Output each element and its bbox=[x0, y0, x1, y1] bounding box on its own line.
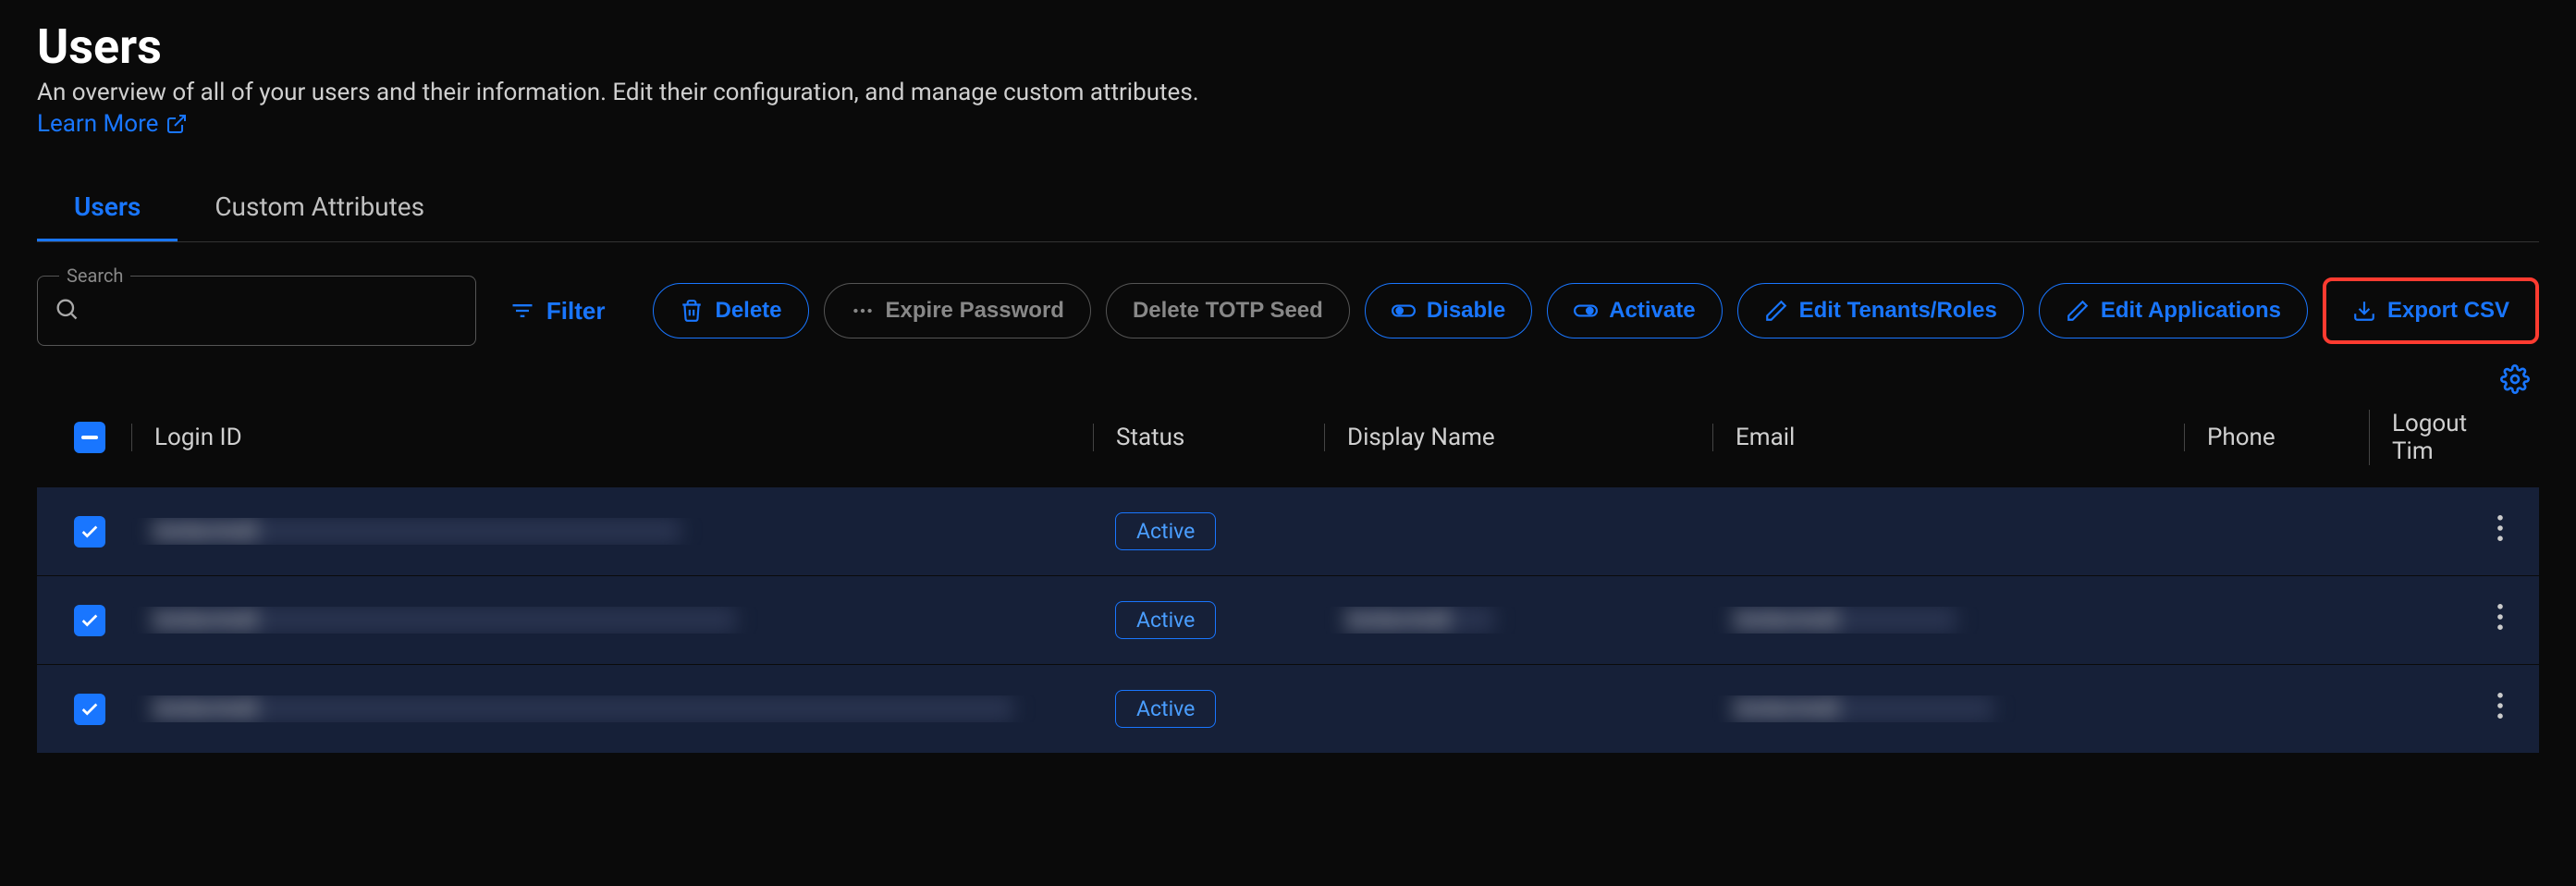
export-csv-label: Export CSV bbox=[2387, 298, 2509, 324]
activate-label: Activate bbox=[1609, 298, 1695, 324]
row-checkbox[interactable] bbox=[74, 694, 105, 725]
tab-users[interactable]: Users bbox=[37, 175, 178, 241]
edit-tenants-label: Edit Tenants/Roles bbox=[1799, 298, 1997, 324]
learn-more-label: Learn More bbox=[37, 110, 158, 138]
delete-totp-button[interactable]: Delete TOTP Seed bbox=[1106, 283, 1350, 338]
users-table: Login ID Status Display Name Email Phone… bbox=[37, 415, 2539, 754]
page-title: Users bbox=[37, 18, 2539, 75]
activate-button[interactable]: Activate bbox=[1547, 283, 1722, 338]
cell-status: Active bbox=[1093, 601, 1324, 639]
table-row[interactable]: [redacted] Active bbox=[37, 487, 2539, 576]
password-icon bbox=[851, 299, 875, 323]
check-icon bbox=[80, 699, 100, 720]
download-icon bbox=[2352, 299, 2376, 323]
col-login-id[interactable]: Login ID bbox=[131, 424, 1093, 451]
search-icon bbox=[54, 296, 80, 326]
status-badge: Active bbox=[1115, 601, 1216, 639]
disable-button[interactable]: Disable bbox=[1365, 283, 1532, 338]
edit-applications-button[interactable]: Edit Applications bbox=[2039, 283, 2308, 338]
search-legend: Search bbox=[59, 265, 130, 287]
cell-email: [redacted] bbox=[1712, 607, 2184, 634]
export-csv-button[interactable]: Export CSV bbox=[2323, 277, 2539, 344]
edit-apps-label: Edit Applications bbox=[2101, 298, 2281, 324]
toolbar: Search Filter Delete Expire Password Del… bbox=[37, 276, 2539, 346]
row-menu-button[interactable] bbox=[2472, 693, 2528, 725]
cell-login-id: [redacted] bbox=[131, 695, 1093, 722]
toggle-on-icon bbox=[1574, 299, 1598, 323]
table-row[interactable]: [redacted]Active[redacted][redacted] bbox=[37, 576, 2539, 665]
kebab-icon bbox=[2496, 604, 2504, 630]
col-phone[interactable]: Phone bbox=[2184, 424, 2369, 451]
col-status[interactable]: Status bbox=[1093, 424, 1324, 451]
indeterminate-icon bbox=[81, 436, 98, 439]
col-email[interactable]: Email bbox=[1712, 424, 2184, 451]
disable-label: Disable bbox=[1427, 298, 1505, 324]
col-display-name[interactable]: Display Name bbox=[1324, 424, 1712, 451]
delete-label: Delete bbox=[715, 298, 781, 324]
tab-custom-attributes[interactable]: Custom Attributes bbox=[178, 175, 461, 241]
row-menu-button[interactable] bbox=[2472, 515, 2528, 548]
delete-totp-label: Delete TOTP Seed bbox=[1133, 298, 1323, 324]
edit-tenants-button[interactable]: Edit Tenants/Roles bbox=[1737, 283, 2024, 338]
tabs: Users Custom Attributes bbox=[37, 175, 2539, 242]
filter-icon bbox=[509, 298, 535, 324]
cell-status: Active bbox=[1093, 690, 1324, 728]
pencil-icon bbox=[2066, 299, 2090, 323]
status-badge: Active bbox=[1115, 512, 1216, 550]
gear-icon bbox=[2500, 364, 2530, 394]
row-menu-button[interactable] bbox=[2472, 604, 2528, 636]
row-checkbox[interactable] bbox=[74, 605, 105, 636]
delete-button[interactable]: Delete bbox=[653, 283, 808, 338]
expire-password-label: Expire Password bbox=[886, 298, 1064, 324]
expire-password-button[interactable]: Expire Password bbox=[824, 283, 1091, 338]
toggle-off-icon bbox=[1392, 299, 1416, 323]
filter-label: Filter bbox=[546, 297, 606, 326]
col-logout-time[interactable]: Logout Tim bbox=[2369, 410, 2528, 465]
cell-display-name: [redacted] bbox=[1324, 607, 1712, 634]
check-icon bbox=[80, 522, 100, 542]
cell-login-id: [redacted] bbox=[131, 607, 1093, 634]
table-header: Login ID Status Display Name Email Phone… bbox=[37, 415, 2539, 460]
learn-more-link[interactable]: Learn More bbox=[37, 110, 188, 138]
status-badge: Active bbox=[1115, 690, 1216, 728]
filter-button[interactable]: Filter bbox=[491, 286, 624, 337]
kebab-icon bbox=[2496, 693, 2504, 719]
search-field-wrap: Search bbox=[37, 276, 476, 346]
pencil-icon bbox=[1764, 299, 1788, 323]
check-icon bbox=[80, 610, 100, 631]
table-row[interactable]: [redacted] Active [redacted] bbox=[37, 665, 2539, 754]
external-link-icon bbox=[166, 113, 188, 135]
cell-login-id: [redacted] bbox=[131, 518, 1093, 545]
table-settings-button[interactable] bbox=[2500, 364, 2530, 397]
cell-status: Active bbox=[1093, 512, 1324, 550]
trash-icon bbox=[680, 299, 704, 323]
row-checkbox[interactable] bbox=[74, 516, 105, 548]
page-description: An overview of all of your users and the… bbox=[37, 79, 2539, 106]
select-all-checkbox[interactable] bbox=[74, 422, 105, 453]
cell-email: [redacted] bbox=[1712, 695, 2184, 722]
kebab-icon bbox=[2496, 515, 2504, 541]
